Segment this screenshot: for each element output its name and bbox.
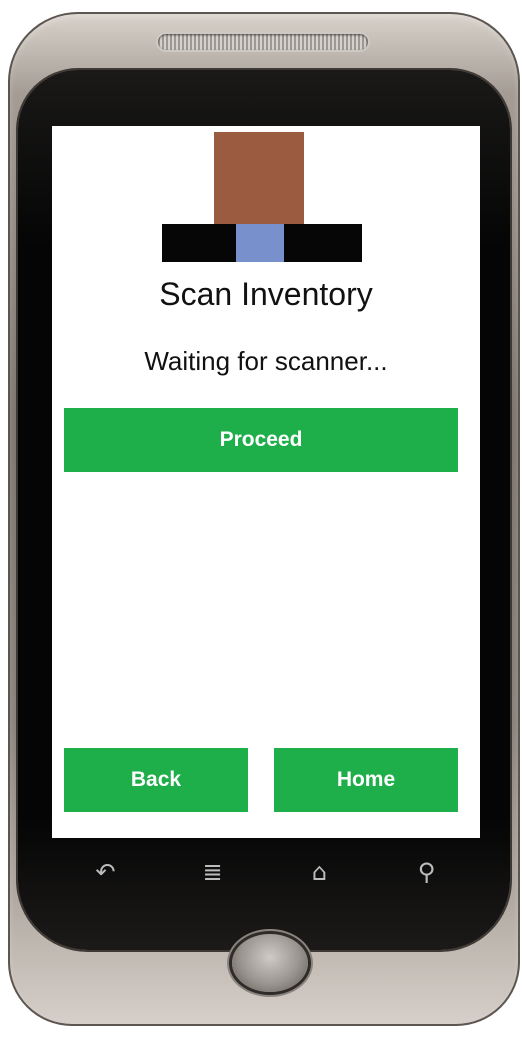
earpiece-speaker — [158, 34, 368, 50]
back-button[interactable]: Back — [64, 748, 248, 812]
back-arrow-icon[interactable]: ↶ — [76, 849, 136, 895]
page-title: Scan Inventory — [159, 276, 373, 312]
app-logo — [162, 132, 362, 262]
phone-frame: Scan Inventory Waiting for scanner... Pr… — [8, 12, 520, 1026]
logo-center-block — [236, 224, 284, 262]
proceed-button[interactable]: Proceed — [64, 408, 458, 472]
hardware-home-button[interactable] — [232, 934, 308, 992]
menu-icon[interactable]: ≣ — [183, 849, 243, 895]
home-icon[interactable]: ⌂ — [290, 849, 350, 895]
android-nav-bar: ↶ ≣ ⌂ ⚲ — [52, 842, 480, 902]
scanner-status-text: Waiting for scanner... — [144, 346, 388, 376]
search-icon[interactable]: ⚲ — [397, 849, 457, 895]
app-screen: Scan Inventory Waiting for scanner... Pr… — [52, 126, 480, 838]
logo-top-block — [214, 132, 304, 226]
home-button[interactable]: Home — [274, 748, 458, 812]
